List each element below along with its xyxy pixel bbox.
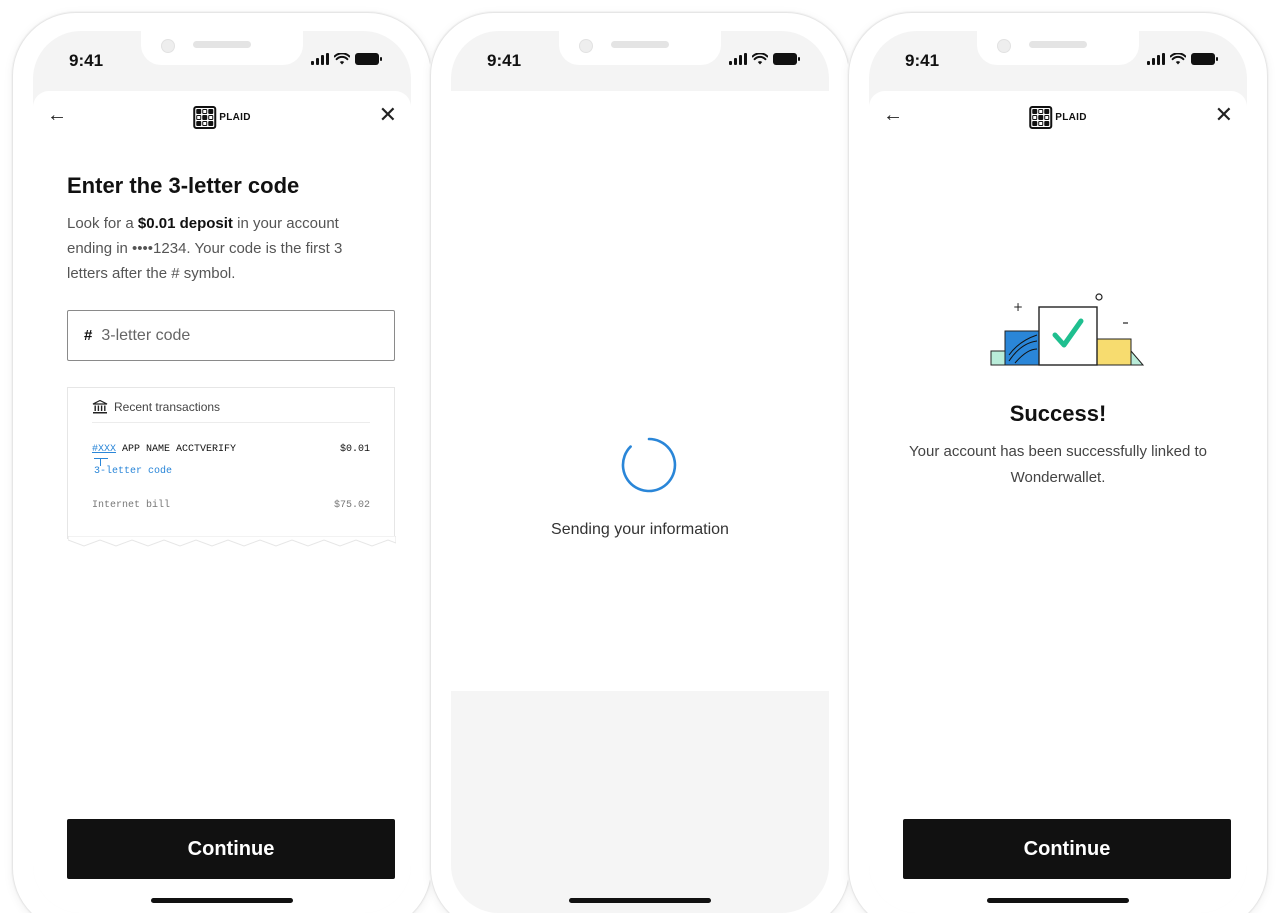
wifi-icon	[334, 53, 350, 65]
phone-notch	[559, 31, 721, 65]
cellular-signal-icon	[729, 53, 747, 65]
phone-speaker	[1029, 41, 1087, 48]
success-illustration: +	[990, 293, 1145, 366]
arrow-left-icon[interactable]: ←	[883, 105, 903, 125]
phone-speaker	[611, 41, 669, 48]
front-camera	[161, 39, 175, 53]
status-icons	[729, 53, 800, 65]
transaction-description: APP NAME ACCTVERIFY	[116, 444, 237, 455]
transaction-description: Internet bill	[92, 500, 171, 511]
continue-button[interactable]: Continue	[903, 819, 1231, 879]
code-input[interactable]	[101, 326, 342, 345]
wifi-icon	[752, 53, 768, 65]
phone-notch	[977, 31, 1139, 65]
phone-screen-bezel: 9:41 ← PLAID ✕ + Success! Your account h…	[869, 31, 1247, 913]
success-message: Your account has been successfully linke…	[909, 443, 1207, 486]
deposit-amount-highlight: $0.01 deposit	[137, 215, 233, 232]
code-caption: 3-letter code	[94, 458, 172, 477]
hash-prefix: #	[84, 327, 93, 344]
battery-icon	[773, 53, 800, 65]
page-title: Enter the 3-letter code	[67, 173, 300, 198]
front-camera	[579, 39, 593, 53]
close-icon[interactable]: ✕	[1215, 104, 1233, 126]
transaction-amount: $0.01	[339, 444, 370, 455]
plaid-brand: PLAID	[1029, 106, 1087, 129]
screen-success: ← PLAID ✕ + Success! Your account has be…	[869, 91, 1247, 913]
front-camera	[997, 39, 1011, 53]
status-time: 9:41	[487, 51, 522, 70]
cellular-signal-icon	[1147, 53, 1165, 65]
transaction-code: #XXX	[92, 444, 117, 455]
loading-spinner-icon	[621, 437, 677, 493]
phone-frame-loading: 9:41 Sending your information	[430, 12, 850, 913]
phone-screen-bezel: 9:41 ← PLAID ✕ Enter the 3-letter code L…	[33, 31, 411, 913]
transaction-row: Internet bill $75.02	[92, 500, 370, 511]
status-icons	[311, 53, 382, 65]
plaid-brand: PLAID	[193, 106, 251, 129]
status-time: 9:41	[905, 51, 940, 70]
phone-frame-enter-code: 9:41 ← PLAID ✕ Enter the 3-letter code L…	[12, 12, 432, 913]
instructions-part-1: Look for a	[67, 215, 138, 232]
plaid-logo-icon	[1029, 106, 1053, 129]
phone-frame-success: 9:41 ← PLAID ✕ + Success! Your account h…	[848, 12, 1268, 913]
status-time: 9:41	[69, 51, 104, 70]
phone-notch	[141, 31, 303, 65]
battery-icon	[355, 53, 382, 65]
success-title: Success!	[1009, 401, 1107, 426]
status-icons	[1147, 53, 1218, 65]
cellular-signal-icon	[311, 53, 329, 65]
top-navigation: ← PLAID ✕	[869, 91, 1247, 141]
phone-screen-bezel: 9:41 Sending your information	[451, 31, 829, 913]
battery-icon	[1191, 53, 1218, 65]
svg-text:+: +	[1013, 300, 1023, 314]
screen-loading: Sending your information	[451, 91, 829, 913]
arrow-left-icon[interactable]: ←	[47, 105, 67, 125]
brand-name: PLAID	[1055, 112, 1087, 123]
loading-message: Sending your information	[551, 521, 729, 538]
screen-enter-code: ← PLAID ✕ Enter the 3-letter code Look f…	[33, 91, 411, 913]
loading-panel	[451, 91, 829, 691]
transaction-amount: $75.02	[333, 500, 370, 511]
home-indicator	[569, 898, 711, 903]
continue-button[interactable]: Continue	[67, 819, 395, 879]
instructions-text: Look for a $0.01 deposit in your account…	[67, 211, 387, 286]
plaid-logo-icon	[193, 106, 217, 129]
brand-name: PLAID	[219, 112, 251, 123]
transaction-row: #XXX APP NAME ACCTVERIFY $0.01	[92, 444, 370, 455]
close-icon[interactable]: ✕	[379, 104, 397, 126]
receipt-torn-edge	[68, 536, 396, 547]
receipt-header: Recent transactions	[92, 400, 370, 423]
receipt-header-label: Recent transactions	[114, 400, 221, 414]
wifi-icon	[1170, 53, 1186, 65]
background-panel	[451, 691, 829, 913]
home-indicator	[151, 898, 293, 903]
bank-icon	[92, 400, 108, 414]
top-navigation: ← PLAID ✕	[33, 91, 411, 141]
phone-speaker	[193, 41, 251, 48]
home-indicator	[987, 898, 1129, 903]
code-input-field[interactable]: #	[67, 310, 395, 361]
receipt-example: Recent transactions #XXX APP NAME ACCTVE…	[67, 387, 396, 547]
